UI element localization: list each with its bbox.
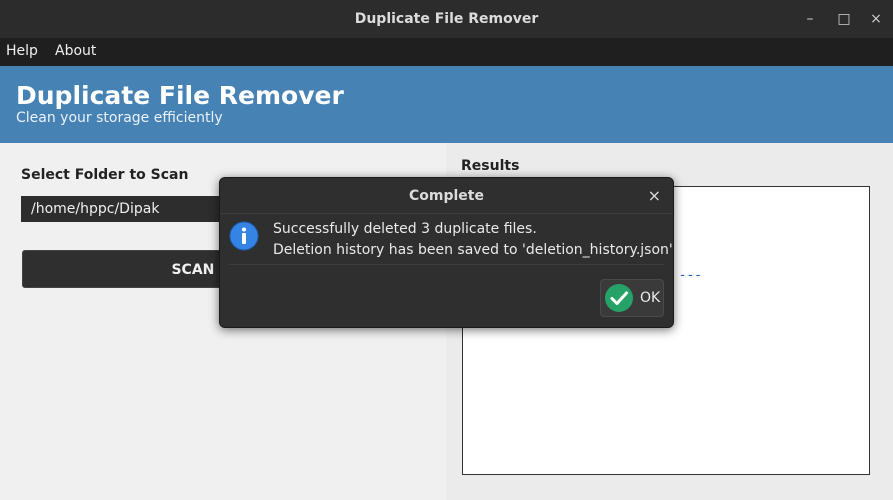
menu-about[interactable]: About xyxy=(55,43,96,59)
dialog-title: Complete xyxy=(409,188,484,204)
ok-label: OK xyxy=(640,290,661,306)
menu-bar: Help About xyxy=(0,38,893,66)
header-banner: Duplicate File Remover Clean your storag… xyxy=(0,66,893,143)
close-window-button[interactable]: × xyxy=(866,9,886,29)
ok-button[interactable]: OK xyxy=(600,279,664,317)
title-bar: Duplicate File Remover – □ × xyxy=(0,0,893,38)
info-icon xyxy=(229,221,259,251)
maximize-button[interactable]: □ xyxy=(834,9,854,29)
complete-dialog: Complete × Successfully deleted 3 duplic… xyxy=(219,177,674,328)
dialog-close-icon[interactable]: × xyxy=(648,186,661,205)
folder-label: Select Folder to Scan xyxy=(21,167,189,183)
dialog-divider xyxy=(229,264,664,265)
minimize-button[interactable]: – xyxy=(800,9,820,29)
menu-help[interactable]: Help xyxy=(6,43,38,59)
dialog-message-line2: Deletion history has been saved to 'dele… xyxy=(273,242,673,258)
app-heading: Duplicate File Remover xyxy=(16,81,344,110)
dialog-divider xyxy=(220,213,673,214)
window-title: Duplicate File Remover xyxy=(354,11,539,27)
check-icon xyxy=(605,284,633,312)
results-label: Results xyxy=(461,158,520,174)
app-subtitle: Clean your storage efficiently xyxy=(16,110,223,126)
dialog-message-line1: Successfully deleted 3 duplicate files. xyxy=(273,221,537,237)
